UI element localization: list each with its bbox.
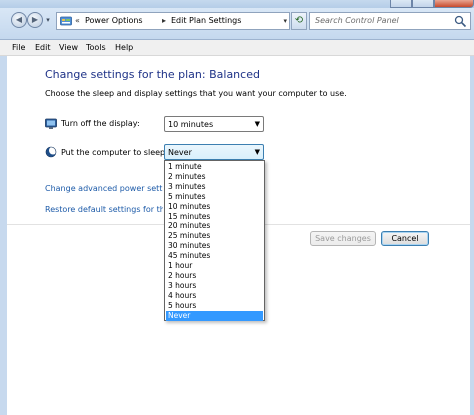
chevron-down-icon: ▼ <box>254 120 260 128</box>
sleep-option[interactable]: 2 minutes <box>166 172 263 182</box>
search-input[interactable]: Search Control Panel <box>315 15 399 27</box>
sleep-option[interactable]: 5 minutes <box>166 192 263 202</box>
control-panel-icon <box>60 16 72 26</box>
moon-icon <box>45 146 57 158</box>
sleep-option[interactable]: 20 minutes <box>166 221 263 231</box>
breadcrumb-overflow-icon[interactable]: « <box>75 15 80 27</box>
menu-file[interactable]: File <box>12 42 25 54</box>
chevron-down-icon: ▼ <box>254 148 260 156</box>
address-history-icon[interactable]: ▾ <box>283 15 287 27</box>
search-icon <box>454 15 467 28</box>
sleep-label: Put the computer to sleep: <box>61 148 168 157</box>
sleep-option[interactable]: 1 minute <box>166 162 263 172</box>
menu-edit[interactable]: Edit <box>35 42 51 54</box>
maximize-button[interactable] <box>412 0 434 8</box>
sleep-option[interactable]: 3 hours <box>166 281 263 291</box>
chevron-down-icon: ▾ <box>46 16 50 24</box>
sleep-option[interactable]: 5 hours <box>166 301 263 311</box>
breadcrumb-power-options[interactable]: Power Options <box>85 15 143 27</box>
sleep-option[interactable]: 3 minutes <box>166 182 263 192</box>
sleep-timeout-value: Never <box>168 148 192 157</box>
menu-help[interactable]: Help <box>115 42 133 54</box>
breadcrumb-separator-icon[interactable]: ▸ <box>162 15 166 27</box>
cancel-button[interactable]: Cancel <box>381 231 429 246</box>
sleep-option[interactable]: 1 hour <box>166 261 263 271</box>
sleep-option[interactable]: Never <box>166 310 263 321</box>
menu-view[interactable]: View <box>59 42 78 54</box>
display-label: Turn off the display: <box>61 119 140 128</box>
sleep-timeout-select[interactable]: Never ▼ <box>164 144 264 160</box>
advanced-power-settings-link[interactable]: Change advanced power settings <box>45 183 163 194</box>
monitor-icon <box>45 118 57 129</box>
back-button[interactable]: ◀ <box>11 12 27 28</box>
breadcrumb-edit-plan-settings[interactable]: Edit Plan Settings <box>171 15 241 27</box>
page-subtitle: Choose the sleep and display settings th… <box>45 89 347 98</box>
sleep-option[interactable]: 15 minutes <box>166 212 263 222</box>
arrow-right-icon: ▶ <box>31 15 39 24</box>
sleep-timeout-options: 1 minute 2 minutes 3 minutes 5 minutes 10 mi… <box>164 160 265 321</box>
sleep-option[interactable]: 30 minutes <box>166 241 263 251</box>
search-box[interactable]: Search Control Panel <box>309 12 471 30</box>
sleep-option[interactable]: 45 minutes <box>166 251 263 261</box>
sleep-option[interactable]: 10 minutes <box>166 202 263 212</box>
sleep-option[interactable]: 25 minutes <box>166 231 263 241</box>
navigation-toolbar: ◀ ▶ ▾ « Power Options ▸ Edit Plan Settin… <box>0 8 474 40</box>
menu-bar: File Edit View Tools Help <box>0 40 474 56</box>
close-button[interactable] <box>434 0 474 8</box>
refresh-button[interactable]: ⟲ <box>291 12 307 30</box>
minimize-button[interactable] <box>390 0 412 8</box>
recent-pages-button[interactable]: ▾ <box>44 15 52 25</box>
save-changes-button[interactable]: Save changes <box>310 231 376 246</box>
refresh-icon: ⟲ <box>294 15 304 26</box>
forward-button[interactable]: ▶ <box>27 12 43 28</box>
menu-tools[interactable]: Tools <box>86 42 106 54</box>
display-timeout-select[interactable]: 10 minutes ▼ <box>164 116 264 132</box>
display-timeout-value: 10 minutes <box>168 120 214 129</box>
restore-defaults-link[interactable]: Restore default settings for this plan <box>45 204 163 215</box>
arrow-left-icon: ◀ <box>15 15 23 24</box>
page-title: Change settings for the plan: Balanced <box>45 68 260 81</box>
address-bar[interactable]: « Power Options ▸ Edit Plan Settings ▾ <box>56 12 290 30</box>
sleep-option[interactable]: 2 hours <box>166 271 263 281</box>
sleep-option[interactable]: 4 hours <box>166 291 263 301</box>
window-controls <box>390 0 474 8</box>
